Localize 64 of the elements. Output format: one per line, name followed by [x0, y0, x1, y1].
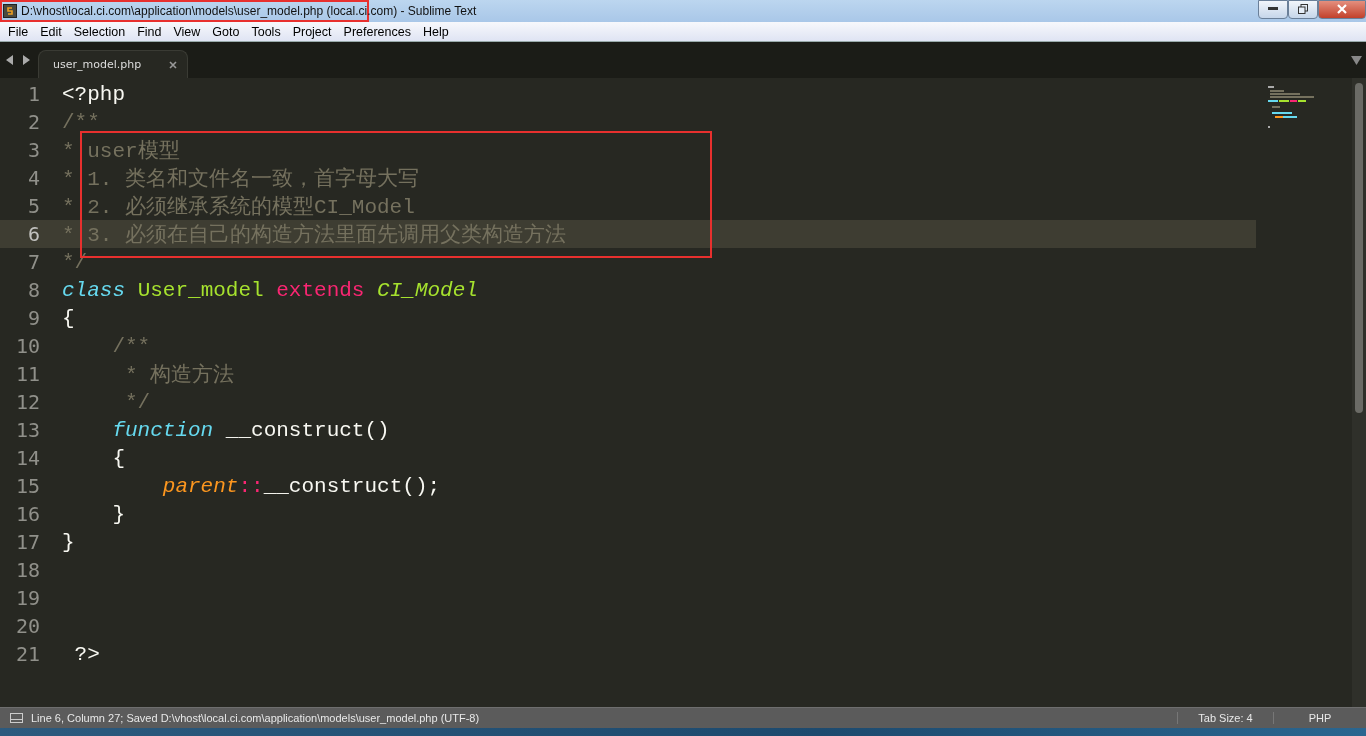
minimize-icon	[1268, 7, 1278, 11]
line-number: 9	[26, 306, 40, 330]
menu-item[interactable]: Goto	[206, 24, 246, 39]
tab-size-selector[interactable]: Tab Size: 4	[1177, 712, 1273, 724]
close-button[interactable]	[1318, 0, 1366, 19]
code-text: * 2. 必须继承系统的模型CI_Model	[62, 194, 415, 220]
menu-item[interactable]: File	[2, 24, 35, 39]
code-text: }	[62, 530, 75, 554]
app-icon	[3, 4, 17, 18]
scrollbar[interactable]	[1352, 78, 1366, 707]
menu-item[interactable]: Tools	[245, 24, 287, 39]
line-number: 8	[26, 278, 40, 302]
line-number: 4	[26, 166, 40, 190]
menu-item[interactable]: Selection	[67, 24, 132, 39]
line-number: 1	[26, 82, 40, 106]
code-text: {	[62, 306, 75, 330]
code-text: function __construct()	[111, 418, 390, 442]
menu-item[interactable]: View	[167, 24, 207, 39]
tab-arrows-icon[interactable]	[6, 55, 32, 65]
line-number: 13	[14, 418, 40, 442]
file-tab[interactable]: user_model.php	[38, 50, 188, 78]
line-number: 10	[14, 334, 40, 358]
panel-icon[interactable]	[10, 713, 23, 723]
close-icon[interactable]	[169, 60, 177, 69]
menu-item[interactable]: Help	[416, 24, 455, 39]
code-text: * 1. 类名和文件名一致，首字母大写	[62, 166, 419, 192]
code-text: class User_model extends CI_Model	[62, 278, 478, 302]
code-text: * user模型	[62, 139, 180, 164]
restore-button[interactable]	[1288, 0, 1318, 19]
restore-icon	[1298, 4, 1308, 14]
line-number: 21	[14, 642, 40, 666]
line-number: 7	[26, 250, 40, 274]
minimize-button[interactable]	[1258, 0, 1288, 19]
code-text: }	[111, 502, 125, 526]
line-number: 12	[14, 390, 40, 414]
menu-item[interactable]: Edit	[34, 24, 68, 39]
code-text: {	[111, 446, 125, 470]
line-number: 18	[14, 558, 40, 582]
line-number: 17	[14, 530, 40, 554]
code-text: * 构造方法	[124, 362, 235, 388]
minimap-drawing	[1268, 86, 1314, 128]
syntax-selector[interactable]: PHP	[1273, 712, 1366, 724]
line-number: 20	[14, 614, 40, 638]
code-text: /**	[111, 334, 151, 358]
line-number: 2	[26, 110, 40, 134]
line-number: 14	[14, 446, 40, 470]
code-text: /**	[62, 110, 100, 134]
code-text: */	[124, 390, 151, 414]
line-number: 19	[14, 586, 40, 610]
line-number: 5	[26, 194, 40, 218]
line-number: 3	[26, 138, 40, 162]
code-text: parent::__construct();	[161, 474, 441, 498]
code-text: <?php	[62, 82, 125, 106]
line-number: 6	[26, 222, 40, 246]
status-message: Line 6, Column 27; Saved D:\vhost\local.ci.com\application\models\user_model.php (UTF-8)	[31, 712, 481, 724]
code-text: ?>	[73, 642, 100, 666]
line-number: 15	[14, 474, 40, 498]
dropdown-icon[interactable]	[1351, 55, 1362, 65]
menu-item[interactable]: Project	[286, 24, 338, 39]
close-icon	[1336, 4, 1348, 14]
line-number: 16	[14, 502, 40, 526]
menu-item[interactable]: Preferences	[337, 24, 417, 39]
menu-item[interactable]: Find	[131, 24, 168, 39]
line-number: 11	[14, 362, 40, 386]
